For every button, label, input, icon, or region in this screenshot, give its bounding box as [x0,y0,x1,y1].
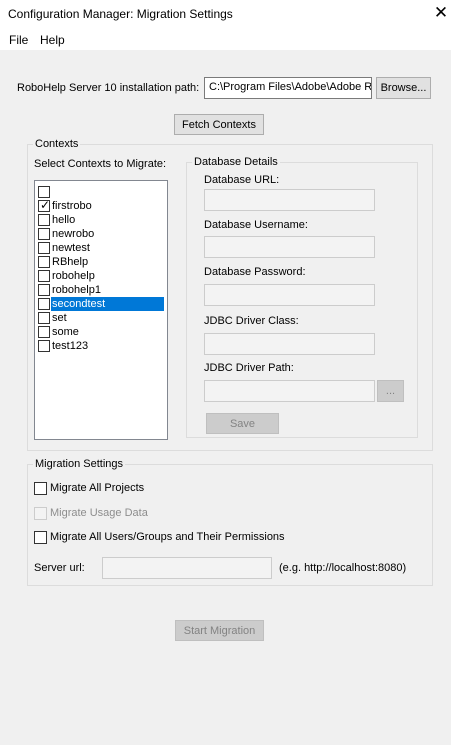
migrate-usage-data-label: Migrate Usage Data [50,507,148,519]
migrate-usage-data-checkbox[interactable] [34,507,47,520]
context-checkbox[interactable] [38,284,50,296]
list-item[interactable]: hello [38,213,166,227]
jdbc-driver-path-input[interactable] [204,380,375,402]
context-label: firstrobo [52,200,92,212]
context-label: newrobo [52,228,95,240]
close-icon[interactable]: ✕ [432,4,450,22]
list-item[interactable]: RBhelp [38,255,166,269]
jdbc-driver-path-label: JDBC Driver Path: [204,362,294,374]
menu-file[interactable]: File [9,33,28,47]
context-label: set [52,312,67,324]
database-url-input[interactable] [204,189,375,211]
list-item-selected[interactable]: secondtest [38,297,166,311]
list-item[interactable]: test123 [38,339,166,353]
database-password-label: Database Password: [204,266,306,278]
context-checkbox[interactable] [38,186,50,198]
context-label: newtest [52,242,90,254]
database-password-input[interactable] [204,284,375,306]
context-checkbox[interactable] [38,256,50,268]
list-item[interactable]: set [38,311,166,325]
fetch-contexts-button[interactable]: Fetch Contexts [174,114,264,135]
jdbc-path-browse-button[interactable]: ... [377,380,404,402]
context-checkbox[interactable] [38,242,50,254]
migrate-users-groups-checkbox[interactable] [34,531,47,544]
migrate-users-groups-label: Migrate All Users/Groups and Their Permi… [50,531,285,543]
migrate-all-projects-label: Migrate All Projects [50,482,145,494]
list-item[interactable]: robohelp [38,269,166,283]
install-path-input[interactable]: C:\Program Files\Adobe\Adobe R [204,77,372,99]
context-checkbox[interactable] [38,298,50,310]
select-contexts-label: Select Contexts to Migrate: [34,158,167,170]
checkmark-icon: ✓ [40,198,51,212]
database-url-label: Database URL: [204,174,280,186]
context-label: test123 [52,340,89,352]
context-checkbox[interactable] [38,214,50,226]
start-migration-button[interactable]: Start Migration [175,620,264,641]
context-checkbox[interactable] [38,228,50,240]
browse-button[interactable]: Browse... [376,77,431,99]
window-title: Configuration Manager: Migration Setting… [8,7,233,21]
context-label: hello [52,214,76,226]
database-username-input[interactable] [204,236,375,258]
list-item[interactable]: ✓ firstrobo [38,199,166,213]
list-item[interactable]: robohelp1 [38,283,166,297]
context-checkbox[interactable] [38,270,50,282]
context-label: secondtest [51,297,164,311]
database-username-label: Database Username: [204,219,308,231]
server-url-label: Server url: [34,562,85,574]
context-checkbox[interactable]: ✓ [38,198,51,212]
database-details-legend: Database Details [192,156,280,168]
context-checkbox[interactable] [38,326,50,338]
menu-help[interactable]: Help [40,33,65,47]
context-checkbox[interactable] [38,340,50,352]
context-label: some [52,326,79,338]
server-url-input[interactable] [102,557,272,579]
install-path-value: C:\Program Files\Adobe\Adobe R [209,81,371,93]
jdbc-driver-class-input[interactable] [204,333,375,355]
list-item[interactable]: some [38,325,166,339]
context-label: RBhelp [52,256,89,268]
jdbc-driver-class-label: JDBC Driver Class: [204,315,299,327]
context-label: robohelp [52,270,95,282]
server-url-hint: (e.g. http://localhost:8080) [279,562,407,574]
context-checkbox[interactable] [38,312,50,324]
list-item[interactable]: newrobo [38,227,166,241]
contexts-list[interactable]: ✓ firstrobo hello newrobo newtest RBhelp… [34,180,168,440]
migration-settings-legend: Migration Settings [33,458,126,470]
list-item[interactable] [38,185,166,199]
migrate-all-projects-checkbox[interactable] [34,482,47,495]
install-path-label: RoboHelp Server 10 installation path: [17,82,200,94]
contexts-legend: Contexts [33,138,81,150]
save-button[interactable]: Save [206,413,279,434]
menu-bar [0,30,451,50]
list-item[interactable]: newtest [38,241,166,255]
context-label: robohelp1 [52,284,101,296]
